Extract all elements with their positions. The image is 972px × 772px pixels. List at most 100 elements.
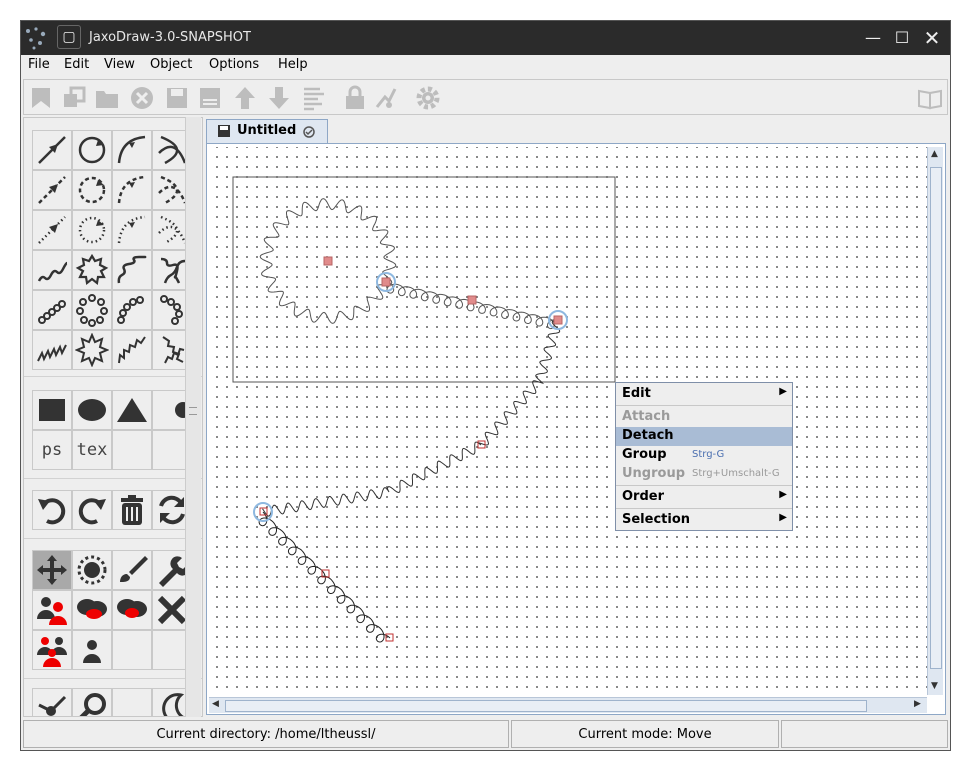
group-select-icon [77,599,107,619]
vertical-scroll-thumb[interactable] [930,167,942,669]
move-down-icon[interactable] [266,85,292,111]
blob-tool[interactable] [72,390,112,430]
ghost-loop-tool[interactable] [72,210,112,250]
ctx-item-selection[interactable]: Selection ▶ [616,511,792,530]
move-mode-button[interactable] [32,550,72,590]
manual-book-icon[interactable] [917,85,943,111]
submenu-arrow-icon: ▶ [779,489,787,500]
scalar-arc-tool[interactable] [112,170,152,210]
select-all-button[interactable] [32,630,72,670]
palette-scrollbar[interactable] [185,117,201,717]
tab-untitled[interactable]: Untitled [206,119,328,143]
menu-edit[interactable]: Edit [64,57,89,72]
gluon-line-object[interactable] [385,281,559,330]
menu-help[interactable]: Help [278,57,308,72]
new-graph-icon[interactable] [28,85,54,111]
zoom-tool[interactable] [72,688,112,716]
fermion-arc-tool[interactable] [112,130,152,170]
photon-loop-icon [75,253,109,286]
menu-options[interactable]: Options [209,57,259,72]
zigzag-line-tool[interactable] [32,330,72,370]
close-button[interactable]: ✕ [917,24,947,52]
delete-x-icon [157,595,187,625]
ghost-arc-tool[interactable] [112,210,152,250]
postscript-text-tool[interactable]: ps [32,430,72,470]
scalar-loop-tool[interactable] [72,170,112,210]
menu-view[interactable]: View [104,57,135,72]
horizontal-scroll-thumb[interactable] [225,700,867,712]
single-object-button[interactable] [72,630,112,670]
ctx-item-label: Selection [622,512,691,527]
triangle-tool[interactable] [112,390,152,430]
zigzag-arc-tool[interactable] [112,330,152,370]
palette-separator-2 [24,478,202,489]
scroll-up-arrow-icon[interactable]: ▲ [931,149,938,159]
box-tool[interactable] [32,390,72,430]
redo-button[interactable] [72,490,112,530]
color-mode-button[interactable] [112,550,152,590]
lock-icon[interactable] [342,85,368,111]
center-marker[interactable] [467,295,477,305]
ctx-separator [616,405,792,406]
fermion-bezier-icon [158,135,187,165]
save-icon[interactable] [164,85,190,111]
window-menu-button[interactable]: ▢ [57,25,81,49]
close-graph-icon[interactable] [129,85,155,111]
save-as-icon[interactable] [197,85,223,111]
maximize-button[interactable]: ☐ [887,24,917,52]
ctx-item-detach[interactable]: Detach [616,427,792,446]
ctx-item-group[interactable]: Group Strg-G [616,446,792,465]
gluon-arc-tool[interactable] [112,290,152,330]
ctx-item-order[interactable]: Order ▶ [616,488,792,507]
delete-all-button[interactable] [112,490,152,530]
minimize-button[interactable]: — [858,24,888,52]
undo-button[interactable] [32,490,72,530]
select-group-button[interactable] [72,590,112,630]
ghost-loop-icon [78,216,106,244]
unselect-group-button[interactable] [112,590,152,630]
feynman-diagram[interactable] [209,147,927,695]
center-marker[interactable] [323,256,333,266]
photon-loop-tool[interactable] [72,250,112,290]
scroll-right-arrow-icon[interactable]: ▶ [914,699,921,709]
resize-mode-button[interactable] [72,550,112,590]
settings-gear-icon[interactable] [415,85,441,111]
fermion-loop-tool[interactable] [72,130,112,170]
canvas-horizontal-scrollbar[interactable]: ◀ ▶ [209,697,927,713]
vertex-icon [175,402,189,418]
trash-icon [121,495,143,525]
drawing-canvas[interactable] [209,147,927,695]
menu-object[interactable]: Object [150,57,192,72]
photon-line-tool[interactable] [32,250,72,290]
open-folder-icon[interactable] [94,85,120,111]
ghost-line-tool[interactable] [32,210,72,250]
title-bar: ▢ JaxoDraw-3.0-SNAPSHOT — ☐ ✕ [21,21,950,55]
palette-scroll-grip[interactable] [189,407,197,415]
vertex-join-tool[interactable] [32,688,72,716]
scalar-line-tool[interactable] [32,170,72,210]
misc-tools-grid: ps tex [32,390,192,470]
scroll-left-arrow-icon[interactable]: ◀ [212,699,219,709]
clone-icon[interactable] [61,85,87,111]
canvas-vertical-scrollbar[interactable]: ▲ ▼ [927,147,943,695]
ctx-separator [616,508,792,509]
gluon-loop-tool[interactable] [72,290,112,330]
photon-arc-tool[interactable] [112,250,152,290]
preview-lines-icon[interactable] [301,85,327,111]
move-up-icon[interactable] [232,85,258,111]
scroll-down-arrow-icon[interactable]: ▼ [931,681,938,691]
duplicate-users-icon [37,597,67,625]
duplicate-mode-button[interactable] [32,590,72,630]
edit-tool-icon[interactable] [373,85,399,111]
ctx-item-edit[interactable]: Edit ▶ [616,385,792,404]
latex-text-tool[interactable]: tex [72,430,112,470]
endpoint-marker[interactable] [553,315,563,325]
menu-file[interactable]: File [28,57,50,72]
scalar-loop-icon [78,176,106,204]
magnifier-icon [79,693,106,716]
endpoint-marker[interactable] [381,277,391,287]
photon-line-object[interactable] [262,319,561,517]
gluon-line-tool[interactable] [32,290,72,330]
zigzag-loop-tool[interactable] [72,330,112,370]
fermion-line-tool[interactable] [32,130,72,170]
